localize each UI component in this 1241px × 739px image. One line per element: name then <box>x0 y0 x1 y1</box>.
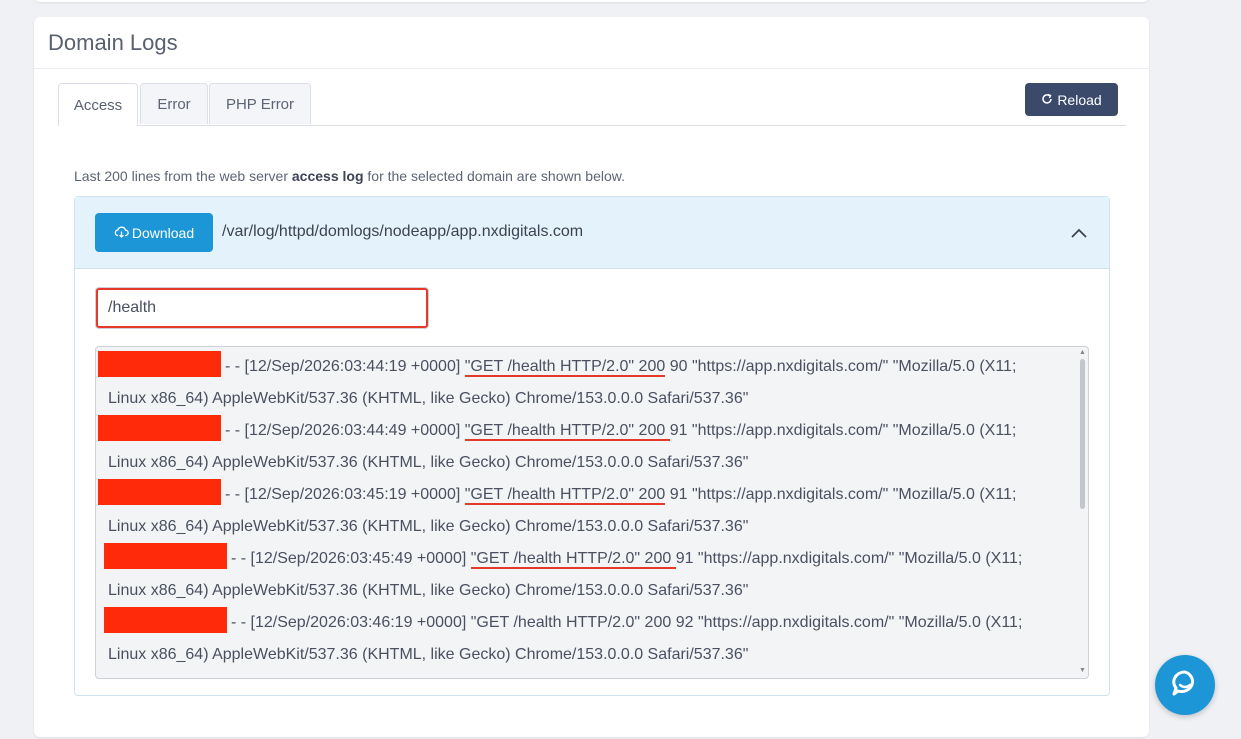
chevron-up-icon[interactable] <box>1069 223 1089 243</box>
redacted-ip <box>98 415 221 441</box>
previous-card <box>34 0 1149 2</box>
log-entry-suffix: 91 "https://app.nxdigitals.com/" "Mozill… <box>665 486 1017 503</box>
description-prefix: Last 200 lines from the web server <box>74 168 292 184</box>
log-entry-continuation: Linux x86_64) AppleWebKit/537.36 (KHTML,… <box>108 390 749 407</box>
log-entry-suffix: 91 "https://app.nxdigitals.com/" "Mozill… <box>675 550 1023 567</box>
scroll-thumb[interactable] <box>1080 359 1085 509</box>
description-bold: access log <box>291 168 364 184</box>
tab-access[interactable]: Access <box>58 83 138 126</box>
log-filter-input[interactable] <box>95 287 429 329</box>
domain-logs-card: Domain Logs Access Error PHP Error Reloa… <box>34 17 1149 737</box>
download-button[interactable]: Download <box>95 213 213 252</box>
scroll-down-icon[interactable]: ▼ <box>1078 667 1087 675</box>
tab-error-label: Error <box>157 95 191 113</box>
log-entry-request: "GET /health HTTP/2.0" 200 <box>464 422 670 441</box>
tab-php-error-label: PHP Error <box>225 95 295 113</box>
log-entry-prefix: - - [12/Sep/2026:03:46:19 +0000] <box>231 614 471 631</box>
redacted-ip <box>104 543 227 569</box>
redacted-ip <box>98 351 221 377</box>
log-lines: - - [12/Sep/2026:03:44:19 +0000] "GET /h… <box>98 351 1063 671</box>
log-panel-header[interactable]: Download /var/log/httpd/domlogs/nodeapp/… <box>75 197 1109 269</box>
log-entry-request: "GET /health HTTP/2.0" 200 <box>470 614 672 631</box>
log-entry-request: "GET /health HTTP/2.0" 200 <box>470 550 676 569</box>
log-entry: - - [12/Sep/2026:03:44:19 +0000] "GET /h… <box>98 351 1063 383</box>
tab-error[interactable]: Error <box>140 83 208 124</box>
chat-button[interactable] <box>1155 655 1215 715</box>
log-entry-prefix: - - [12/Sep/2026:03:45:49 +0000] <box>231 550 471 567</box>
download-label: Download <box>131 224 195 241</box>
card-title: Domain Logs <box>48 29 178 55</box>
tab-access-label: Access <box>73 96 123 114</box>
log-tabs: Access Error PHP Error Reload <box>58 83 1126 126</box>
log-entry-request: "GET /health HTTP/2.0" 200 <box>464 358 666 377</box>
log-entry: - - [12/Sep/2026:03:46:19 +0000] "GET /h… <box>104 607 1063 639</box>
log-entry-continuation: Linux x86_64) AppleWebKit/537.36 (KHTML,… <box>108 518 749 535</box>
log-entry: - - [12/Sep/2026:03:44:49 +0000] "GET /h… <box>98 415 1063 447</box>
reload-button[interactable]: Reload <box>1025 83 1118 116</box>
log-panel: Download /var/log/httpd/domlogs/nodeapp/… <box>74 196 1110 696</box>
log-entry-continuation: Linux x86_64) AppleWebKit/537.36 (KHTML,… <box>108 582 749 599</box>
log-entry-suffix: 90 "https://app.nxdigitals.com/" "Mozill… <box>665 358 1017 375</box>
log-output[interactable]: - - [12/Sep/2026:03:44:19 +0000] "GET /h… <box>95 346 1089 679</box>
tab-php-error[interactable]: PHP Error <box>209 83 311 124</box>
log-scrollbar[interactable]: ▲ ▼ <box>1078 349 1087 675</box>
log-entry-suffix: 91 "https://app.nxdigitals.com/" "Mozill… <box>669 422 1017 439</box>
log-entry-prefix: - - [12/Sep/2026:03:44:49 +0000] <box>225 422 465 439</box>
log-entry-continuation: Linux x86_64) AppleWebKit/537.36 (KHTML,… <box>108 646 749 663</box>
log-entry-continuation: Linux x86_64) AppleWebKit/537.36 (KHTML,… <box>108 454 749 471</box>
description-suffix: for the selected domain are shown below. <box>363 168 625 184</box>
redacted-ip <box>104 607 227 633</box>
log-description: Last 200 lines from the web server acces… <box>74 168 625 184</box>
chat-bubble-icon <box>1170 668 1200 703</box>
redacted-ip <box>98 479 221 505</box>
log-entry-suffix: 92 "https://app.nxdigitals.com/" "Mozill… <box>671 614 1023 631</box>
log-entry: - - [12/Sep/2026:03:45:19 +0000] "GET /h… <box>98 479 1063 511</box>
scroll-up-icon[interactable]: ▲ <box>1078 349 1087 357</box>
log-file-path: /var/log/httpd/domlogs/nodeapp/app.nxdig… <box>222 223 584 240</box>
log-entry-request: "GET /health HTTP/2.0" 200 <box>464 486 666 505</box>
log-entry-prefix: - - [12/Sep/2026:03:45:19 +0000] <box>225 486 465 503</box>
reload-label: Reload <box>1057 91 1102 108</box>
log-entry-prefix: - - [12/Sep/2026:03:44:19 +0000] <box>225 358 465 375</box>
log-entry: - - [12/Sep/2026:03:45:49 +0000] "GET /h… <box>104 543 1063 575</box>
card-header: Domain Logs <box>34 17 1149 69</box>
refresh-icon <box>1041 92 1053 108</box>
cloud-download-icon <box>114 225 129 241</box>
